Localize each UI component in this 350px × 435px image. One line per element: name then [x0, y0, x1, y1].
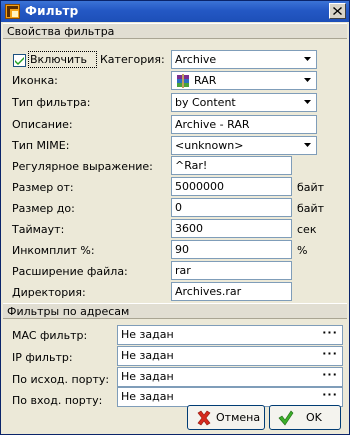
regex-label: Регулярное выражение:: [12, 160, 153, 173]
size-to-input[interactable]: 0: [171, 198, 292, 217]
extension-label: Расширение файла:: [12, 265, 128, 278]
close-button[interactable]: [329, 3, 346, 19]
size-from-label: Размер от:: [12, 181, 74, 194]
mac-filter-field[interactable]: Не задан ···: [117, 325, 343, 345]
chevron-down-icon[interactable]: [301, 95, 314, 110]
category-select[interactable]: Archive: [171, 50, 317, 69]
size-to-unit: байт: [297, 202, 325, 215]
dst-port-field[interactable]: Не задан ···: [117, 387, 343, 407]
dst-port-value: Не задан: [121, 390, 174, 403]
mac-filter-label: MAC фильтр:: [12, 329, 88, 342]
ok-label: OK: [306, 411, 322, 424]
window-title: Фильтр: [25, 4, 79, 18]
mime-type-value: <unknown>: [175, 139, 244, 152]
filter-type-value: by Content: [175, 96, 236, 109]
checkmark-icon: [278, 410, 294, 426]
src-port-value: Не задан: [121, 370, 174, 383]
chevron-down-icon[interactable]: [301, 73, 314, 88]
size-to-label: Размер до:: [12, 202, 75, 215]
close-icon: [333, 7, 342, 15]
dst-port-browse-button[interactable]: ···: [320, 388, 340, 406]
category-value: Archive: [175, 53, 217, 66]
icon-value: RAR: [194, 74, 217, 87]
mac-filter-value: Не задан: [121, 328, 174, 341]
category-label: Категория:: [100, 53, 165, 66]
focus-rect: [28, 51, 97, 68]
description-input[interactable]: Archive - RAR: [171, 115, 317, 134]
filter-type-select[interactable]: by Content: [171, 93, 317, 112]
properties-section-header: Свойства фильтра: [3, 23, 347, 39]
ip-filter-label: IP фильтр:: [12, 351, 73, 364]
dst-port-label: По вход. порту:: [12, 394, 103, 407]
extension-input[interactable]: rar: [171, 261, 292, 280]
filter-dialog: Фильтр Свойства фильтра Включить Категор…: [0, 0, 350, 435]
timeout-input[interactable]: 3600: [171, 219, 292, 238]
ip-filter-field[interactable]: Не задан ···: [117, 346, 343, 366]
chevron-down-icon[interactable]: [301, 138, 314, 153]
directory-label: Директория:: [12, 286, 86, 299]
size-from-input[interactable]: 5000000: [171, 177, 292, 196]
address-section-header: Фильтры по адресам: [3, 303, 347, 319]
ip-filter-browse-button[interactable]: ···: [320, 347, 340, 365]
filter-type-label: Тип фильтра:: [12, 96, 91, 109]
ok-button[interactable]: OK: [269, 405, 341, 430]
src-port-label: По исход. порту:: [12, 373, 110, 386]
incomplete-input[interactable]: 90: [171, 240, 292, 259]
chevron-down-icon[interactable]: [301, 52, 314, 67]
timeout-unit: сек: [297, 223, 317, 236]
icon-label: Иконка:: [12, 74, 58, 87]
mime-type-select[interactable]: <unknown>: [171, 136, 317, 155]
size-from-unit: байт: [297, 181, 325, 194]
incomplete-unit: %: [297, 244, 308, 257]
cross-icon: [196, 410, 212, 426]
icon-select[interactable]: RAR: [171, 71, 317, 90]
mime-type-label: Тип MIME:: [12, 139, 70, 152]
rar-archive-icon: [176, 74, 190, 88]
src-port-field[interactable]: Не задан ···: [117, 367, 343, 387]
description-label: Описание:: [12, 118, 73, 131]
title-bar[interactable]: Фильтр: [1, 1, 349, 22]
regex-input[interactable]: ^Rar!: [171, 156, 292, 175]
incomplete-label: Инкомплит %:: [12, 244, 95, 257]
mac-filter-browse-button[interactable]: ···: [320, 326, 340, 344]
app-icon: [5, 4, 20, 19]
timeout-label: Таймаут:: [12, 223, 65, 236]
cancel-label: Отмена: [216, 411, 261, 424]
cancel-button[interactable]: Отмена: [187, 405, 265, 430]
ip-filter-value: Не задан: [121, 349, 174, 362]
directory-input[interactable]: Archives.rar: [171, 282, 292, 301]
src-port-browse-button[interactable]: ···: [320, 368, 340, 386]
checkmark-icon: [15, 57, 24, 65]
enable-checkbox[interactable]: [13, 54, 26, 67]
